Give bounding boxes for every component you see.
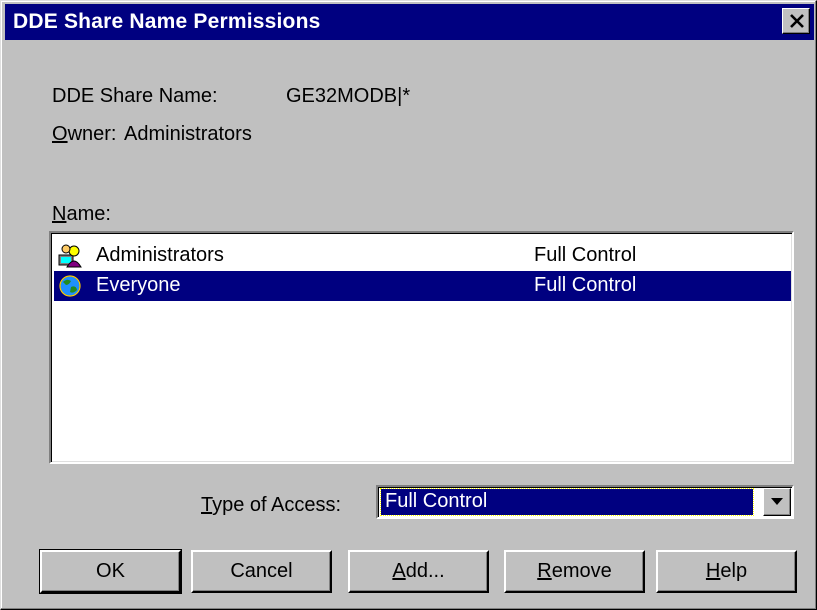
list-item-permission: Full Control	[534, 274, 637, 296]
globe-icon	[59, 275, 81, 297]
add-button[interactable]: Add...	[348, 550, 489, 593]
name-list-label: Name:	[52, 203, 111, 225]
type-of-access-select[interactable]: Full Control	[376, 485, 794, 519]
type-of-access-label: Type of Access:	[201, 494, 342, 516]
list-item-name: Everyone	[96, 274, 181, 296]
help-button[interactable]: Help	[656, 550, 797, 593]
close-icon	[790, 14, 804, 28]
window-title: DDE Share Name Permissions	[13, 10, 321, 33]
dropdown-button[interactable]	[763, 488, 791, 516]
title-bar[interactable]: DDE Share Name Permissions	[5, 4, 814, 40]
list-item-permission: Full Control	[534, 244, 637, 266]
close-button[interactable]	[782, 8, 810, 34]
list-item-everyone[interactable]: Everyone Full Control	[54, 271, 791, 301]
owner-label: Owner:	[52, 123, 117, 145]
remove-button[interactable]: Remove	[504, 550, 645, 593]
share-name-label: DDE Share Name:	[52, 85, 218, 107]
list-item-name: Administrators	[96, 244, 224, 266]
list-item-administrators[interactable]: Administrators Full Control	[54, 241, 791, 271]
user-group-icon	[58, 244, 82, 268]
names-listbox[interactable]: Administrators Full Control Everyone Ful…	[49, 231, 794, 464]
chevron-down-icon	[771, 498, 783, 505]
cancel-button[interactable]: Cancel	[191, 550, 332, 593]
dialog-window: DDE Share Name Permissions DDE Share Nam…	[0, 0, 817, 610]
owner-value: Administrators	[124, 123, 252, 145]
ok-button[interactable]: OK	[39, 549, 182, 594]
share-name-value: GE32MODB|*	[286, 85, 411, 107]
type-of-access-value: Full Control	[380, 488, 754, 516]
